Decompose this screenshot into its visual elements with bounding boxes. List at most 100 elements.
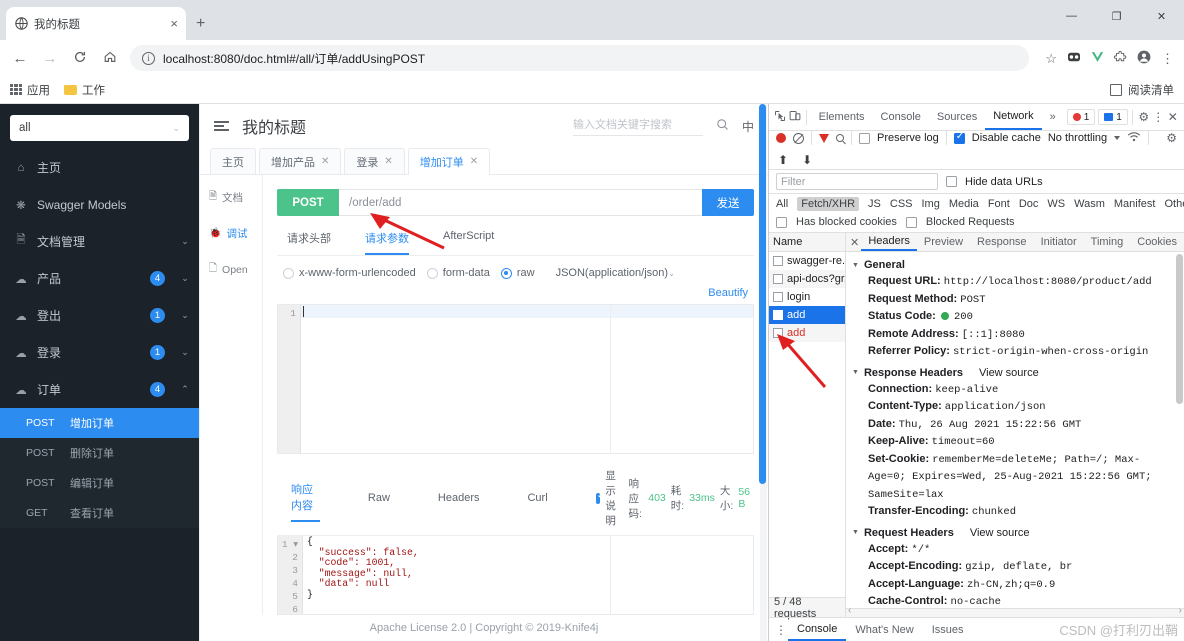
close-icon[interactable]: × xyxy=(170,17,178,30)
show-description-checkbox[interactable] xyxy=(595,490,604,504)
window-close-icon[interactable]: ✕ xyxy=(1139,10,1184,23)
subtab-request-headers[interactable]: 请求头部 xyxy=(287,230,331,255)
vtab-debug[interactable]: 🐞 调试 xyxy=(200,226,262,241)
table-row[interactable]: login xyxy=(769,288,845,306)
hide-data-urls-checkbox[interactable] xyxy=(946,176,957,187)
preserve-log-checkbox[interactable] xyxy=(859,132,870,144)
table-row[interactable]: add xyxy=(769,324,845,342)
details-tab-initiator[interactable]: Initiator xyxy=(1034,233,1084,251)
sidebar-item-add-order[interactable]: POST 增加订单 xyxy=(0,408,199,438)
export-har-icon[interactable]: ⬇ xyxy=(802,153,812,167)
sidebar-item-order[interactable]: ☁ 订单 4 ⌃ xyxy=(0,371,199,408)
filter-input[interactable]: Filter xyxy=(776,173,938,190)
back-icon[interactable]: ← xyxy=(10,51,30,66)
drawer-tab-whats-new[interactable]: What's New xyxy=(846,618,922,641)
request-body-editor[interactable]: 1 xyxy=(277,304,754,454)
details-horizontal-scrollbar[interactable] xyxy=(846,605,1184,617)
error-count-badge[interactable]: 1 xyxy=(1066,109,1096,125)
details-tab-preview[interactable]: Preview xyxy=(917,233,970,251)
record-icon[interactable] xyxy=(776,133,786,143)
minimize-icon[interactable]: — xyxy=(1049,10,1094,22)
sidebar-item-logout[interactable]: ☁ 登出 1 ⌄ xyxy=(0,297,199,334)
address-bar[interactable]: i localhost:8080/doc.html#/all/订单/addUsi… xyxy=(130,45,1030,71)
close-icon[interactable]: ✕ xyxy=(384,156,392,167)
subtab-afterscript[interactable]: AfterScript xyxy=(443,230,494,255)
sidebar-item-product[interactable]: ☁ 产品 4 ⌄ xyxy=(0,260,199,297)
response-editor[interactable]: 1 ▾ 2 3 4 5 6 { "success": false, "code"… xyxy=(277,536,754,615)
chevron-down-icon[interactable] xyxy=(1114,136,1121,140)
network-settings-gear-icon[interactable]: ⚙ xyxy=(1166,131,1177,145)
content-type-select[interactable]: JSON(application/json)⌄ xyxy=(556,267,675,279)
home-icon[interactable] xyxy=(100,50,120,67)
devtools-tab-sources[interactable]: Sources xyxy=(929,104,985,130)
devtools-tab-elements[interactable]: Elements xyxy=(811,104,873,130)
table-row[interactable]: swagger-re... xyxy=(769,252,845,270)
sidebar-item-doc-management[interactable]: 🗎 文档管理 ⌄ xyxy=(0,223,199,260)
drawer-menu-icon[interactable]: ⋮ xyxy=(774,623,788,637)
main-scrollbar-track[interactable] xyxy=(759,104,767,641)
reload-icon[interactable] xyxy=(70,50,90,67)
close-icon[interactable]: ✕ xyxy=(1165,110,1180,124)
extensions-puzzle-icon[interactable] xyxy=(1113,50,1127,66)
tab-home[interactable]: 主页 xyxy=(210,148,256,174)
radio-urlencoded[interactable]: x-www-form-urlencoded xyxy=(283,267,416,279)
editor-body[interactable] xyxy=(301,305,753,453)
view-source-link[interactable]: View source xyxy=(979,367,1039,379)
table-row[interactable]: add xyxy=(769,306,845,324)
profile-avatar-icon[interactable] xyxy=(1137,50,1151,66)
language-toggle[interactable]: 中 xyxy=(742,118,754,135)
type-filter-wasm[interactable]: Wasm xyxy=(1074,198,1105,210)
forward-icon[interactable]: → xyxy=(40,51,60,66)
site-info-icon[interactable]: i xyxy=(142,51,155,65)
doc-search-input[interactable]: 输入文档关键字搜索 xyxy=(572,116,703,136)
blocked-requests-checkbox[interactable] xyxy=(905,216,917,228)
type-filter-doc[interactable]: Doc xyxy=(1019,198,1039,210)
main-scrollbar-thumb[interactable] xyxy=(759,104,766,484)
view-source-link[interactable]: View source xyxy=(970,527,1030,539)
type-filter-media[interactable]: Media xyxy=(949,198,979,210)
import-har-icon[interactable]: ⬆ xyxy=(778,153,788,167)
drawer-tab-issues[interactable]: Issues xyxy=(923,618,973,641)
close-icon[interactable]: ✕ xyxy=(321,156,329,167)
gear-icon[interactable]: ⚙ xyxy=(1136,110,1151,124)
search-icon[interactable] xyxy=(716,118,729,134)
details-tab-response[interactable]: Response xyxy=(970,233,1034,251)
bookmark-work[interactable]: 工作 xyxy=(64,82,105,98)
tab-login[interactable]: 登录 ✕ xyxy=(344,148,405,174)
group-select[interactable]: all ⌄ xyxy=(10,115,189,141)
devtools-tab-console[interactable]: Console xyxy=(873,104,929,130)
sidebar-item-login[interactable]: ☁ 登录 1 ⌄ xyxy=(0,334,199,371)
radio-form-data[interactable]: form-data xyxy=(426,267,490,279)
type-filter-fetch-xhr[interactable]: Fetch/XHR xyxy=(797,197,860,211)
vtab-open[interactable]: 🗋 Open xyxy=(200,261,262,278)
filter-icon[interactable] xyxy=(819,133,829,143)
type-filter-font[interactable]: Font xyxy=(988,198,1010,210)
has-blocked-cookies-checkbox[interactable] xyxy=(776,216,787,228)
type-filter-css[interactable]: CSS xyxy=(890,198,913,210)
resp-tab-content[interactable]: 响应内容 xyxy=(291,481,320,522)
close-icon[interactable]: ✕ xyxy=(848,236,861,249)
devtools-tab-network[interactable]: Network xyxy=(985,104,1042,130)
sidebar-item-home[interactable]: ⌂ 主页 xyxy=(0,149,199,186)
throttling-select[interactable]: No throttling xyxy=(1048,132,1107,144)
clear-icon[interactable] xyxy=(793,132,804,144)
sidebar-item-swagger-models[interactable]: ❋ Swagger Models xyxy=(0,186,199,223)
row-checkbox[interactable] xyxy=(773,274,783,284)
kebab-menu-icon[interactable]: ⋮ xyxy=(1151,110,1166,124)
network-conditions-icon[interactable] xyxy=(1127,131,1141,145)
menu-toggle-icon[interactable] xyxy=(214,120,229,132)
type-filter-js[interactable]: JS xyxy=(868,198,881,210)
drawer-tab-console[interactable]: Console xyxy=(788,618,847,641)
resp-tab-headers[interactable]: Headers xyxy=(438,492,480,511)
inspect-element-icon[interactable] xyxy=(773,110,788,125)
sidebar-item-delete-order[interactable]: POST 删除订单 xyxy=(0,438,199,468)
details-tab-headers[interactable]: Headers xyxy=(861,233,917,251)
browser-tab[interactable]: 我的标题 × xyxy=(6,7,186,40)
type-filter-other[interactable]: Other xyxy=(1164,198,1184,210)
vtab-document[interactable]: 🗎 文档 xyxy=(200,189,262,206)
radio-raw[interactable]: raw xyxy=(500,267,535,279)
disable-cache-checkbox[interactable] xyxy=(953,131,965,144)
details-tab-timing[interactable]: Timing xyxy=(1084,233,1131,251)
maximize-icon[interactable]: ❐ xyxy=(1094,10,1139,23)
vue-devtools-icon[interactable] xyxy=(1091,51,1104,65)
